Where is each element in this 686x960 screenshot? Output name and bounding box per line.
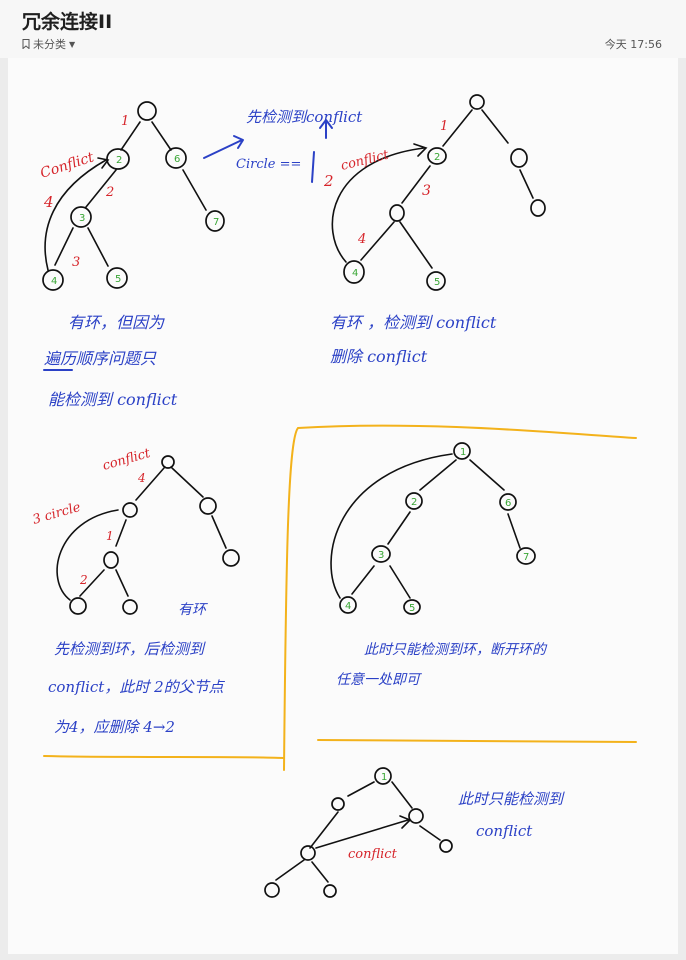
conflict-label: conflict [348,847,398,862]
node-label: 7 [213,217,219,228]
diagram-1-caption: 遍历顺序问题只 [44,349,157,368]
edge-order-label: 2 [323,172,334,190]
node-label: 4 [345,601,351,612]
bookmark-icon [22,39,30,49]
node-label: 1 [381,772,387,783]
edge-order-label: 1 [121,114,129,129]
edge-order-label: 4 [357,232,366,247]
diagram-1-caption: 能检测到 conflict [48,390,178,409]
node-label: 3 [79,213,85,224]
node-label: 6 [505,498,511,509]
diagram-5-caption: conflict [476,822,533,840]
node-label: 3 [378,550,384,561]
note-title: 冗余连接II [22,11,113,33]
diagram-1-caption: 有环，但因为 [68,313,165,332]
category-label: 未分类 [33,38,66,51]
sketch-layer: 2 6 3 7 4 5 1 2 3 4 Conflict 有环，但因为 遍历顺序… [31,94,637,898]
edge-order-label: 1 [440,119,448,134]
node-label: 4 [352,268,358,279]
timestamp: 今天 17:56 [604,38,662,51]
node-label: 6 [174,154,180,165]
edge-order-label: 1 [106,529,114,543]
node-label: 1 [460,447,466,458]
node-label: 2 [116,155,122,166]
edge-order-label: 2 [105,185,114,200]
diagram-2-caption: 有环 ，检测到 conflict [330,313,497,332]
node-label: 4 [51,276,57,287]
circle-check-note: Circle == [236,157,301,172]
edge-order-label: 4 [43,193,54,211]
node-label: 2 [411,497,417,508]
diagram-3-caption: conflict，此时 2的父节点 [48,678,226,696]
diagram-2-caption: 删除 conflict [330,347,428,366]
diagram-4-caption: 任意一处即可 [336,672,422,688]
node-label: 5 [115,274,121,285]
diagram-5: 1 conflict 此时只能检测到 conflict [264,767,565,898]
node-label: 5 [434,277,440,288]
conflict-label: Conflict [38,149,96,181]
diagram-3: conflict 4 3 circle 1 2 有环 先检测到环，后检测到 co… [31,446,240,736]
diagram-2: 2 4 5 1 3 4 2 conflict 有环 ，检测到 conflict … [323,94,546,366]
edge-order-label: 2 [79,573,88,587]
diagram-1: 2 6 3 7 4 5 1 2 3 4 Conflict 有环，但因为 遍历顺序… [38,101,225,409]
detect-conflict-note: 先检测到conflict [246,108,363,126]
edge-order-label: 3 [72,255,80,270]
conflict-label: conflict [101,446,153,474]
diagram-4-caption: 此时只能检测到环，断开环的 [364,642,548,658]
node-label: 7 [523,552,529,563]
note-header: 冗余连接II 未分类 ▼ 今天 17:56 [0,0,686,58]
category-selector[interactable]: 未分类 ▼ [22,36,75,52]
conflict-label: conflict [339,147,391,174]
edge-order-label: 4 [137,471,146,485]
node-label: 5 [409,603,415,614]
node-label: 2 [434,152,440,163]
diagram-4: 1 2 6 3 7 4 5 此时只能检测到环，断开环的 任意一处即可 [330,442,548,688]
edge-order-label: 3 [422,183,431,199]
cycle-tag: 有环 [178,602,208,618]
diagram-3-caption: 为4，应删除 4→2 [54,718,175,736]
diagram-5-caption: 此时只能检测到 [458,790,565,808]
top-annotation: 先检测到conflict Circle == [203,108,363,183]
circle-label: 3 circle [31,500,83,528]
diagram-3-caption: 先检测到环，后检测到 [54,640,206,658]
handwritten-note-canvas: 2 6 3 7 4 5 1 2 3 4 Conflict 有环，但因为 遍历顺序… [8,58,678,954]
chevron-down-icon: ▼ [69,39,76,49]
